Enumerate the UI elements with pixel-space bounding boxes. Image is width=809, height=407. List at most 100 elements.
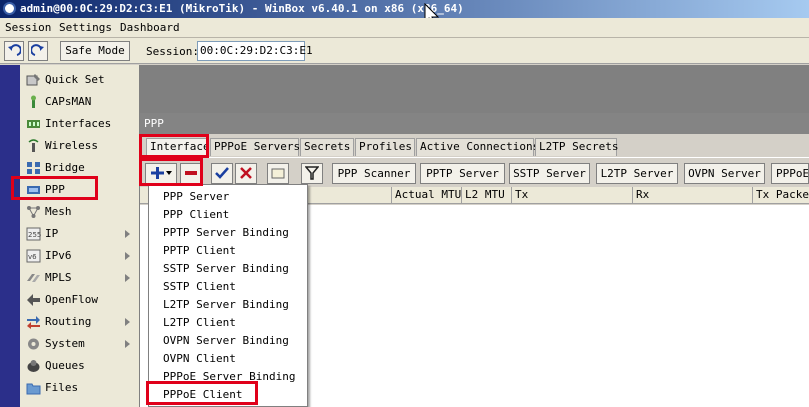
pptp-server-button[interactable]: PPTP Server (420, 163, 505, 184)
menu-session[interactable]: Session (5, 21, 51, 34)
redo-icon (30, 44, 44, 56)
submenu-arrow-icon (125, 230, 130, 238)
capsman-icon (31, 95, 36, 108)
add-button[interactable] (145, 163, 177, 184)
sidebar-item-label: MPLS (45, 271, 72, 284)
ppp-icon (27, 186, 40, 194)
svg-text:255: 255 (28, 231, 41, 239)
comment-icon (271, 168, 285, 179)
pppoe-scan-button[interactable]: PPPoE (771, 163, 809, 184)
tab-pppoe-servers[interactable]: PPPoE Servers (210, 138, 300, 156)
sidebar-item-wireless[interactable]: Wireless (20, 135, 138, 157)
l2tp-server-button[interactable]: L2TP Server (596, 163, 678, 184)
sidebar-item-label: Routing (45, 315, 92, 328)
sidebar-item-capsman[interactable]: CAPsMAN (20, 91, 138, 113)
sidebar-item-label: Quick Set (45, 73, 105, 86)
session-field[interactable]: 00:0C:29:D2:C3:E1 (197, 41, 313, 61)
sidebar-item-queues[interactable]: Queues (20, 355, 138, 377)
ppp-toolbar: PPP Scanner PPTP Server SSTP Server L2TP… (140, 157, 809, 184)
sidebar-item-label: PPP (45, 183, 65, 196)
ipv6-icon: v6 (26, 249, 41, 263)
sidebar-item-label: CAPsMAN (45, 95, 92, 108)
sidebar-item-label: Mesh (45, 205, 72, 218)
tab-l2tp-secrets[interactable]: L2TP Secrets (535, 138, 618, 156)
menu-item-l2tp-server-binding[interactable]: L2TP Server Binding (163, 296, 289, 314)
sidebar-item-label: Files (45, 381, 79, 394)
submenu-arrow-icon (125, 252, 130, 260)
sidebar-item-bridge[interactable]: Bridge (20, 157, 138, 179)
sidebar-item-mpls[interactable]: MPLS (20, 267, 138, 289)
winbox-app-icon (3, 2, 16, 15)
winbox-side-strip (0, 65, 20, 407)
comment-button[interactable] (267, 163, 289, 184)
ppp-window-title[interactable]: PPP (140, 113, 809, 134)
sidebar-item-label: Interfaces (45, 117, 112, 130)
ovpn-server-button[interactable]: OVPN Server (684, 163, 765, 184)
sidebar-item-interfaces[interactable]: Interfaces (20, 113, 138, 135)
window-title-bar: admin@00:0C:29:D2:C3:E1 (MikroTik) - Win… (0, 0, 809, 18)
menu-item-l2tp-client[interactable]: L2TP Client (163, 314, 236, 332)
sidebar-item-label: IP (45, 227, 59, 240)
menu-bar: Session Settings Dashboard (0, 18, 809, 38)
mpls-icon (27, 274, 40, 282)
menu-item-ovpn-client[interactable]: OVPN Client (163, 350, 236, 368)
column-l2-mtu[interactable]: L2 MTU (461, 187, 511, 204)
gear-icon (28, 338, 39, 350)
tab-profiles[interactable]: Profiles (355, 138, 415, 156)
undo-button[interactable] (4, 41, 24, 61)
tab-active-connections[interactable]: Active Connections (416, 138, 539, 156)
sstp-server-button[interactable]: SSTP Server (509, 163, 590, 184)
sidebar-item-label: Bridge (45, 161, 85, 174)
menu-item-pptp-client[interactable]: PPTP Client (163, 242, 236, 260)
filter-button[interactable] (301, 163, 323, 184)
column-tx[interactable]: Tx (511, 187, 632, 204)
sidebar-item-ppp[interactable]: PPP (20, 179, 138, 201)
sidebar-item-label: IPv6 (45, 249, 72, 262)
sidebar-item-mesh[interactable]: Mesh (20, 201, 138, 223)
sidebar-item-system[interactable]: System (20, 333, 138, 355)
svg-text:v6: v6 (28, 253, 37, 261)
menu-item-ppp-server[interactable]: PPP Server (163, 188, 229, 206)
sidebar-item-openflow[interactable]: OpenFlow (20, 289, 138, 311)
quick-set-icon (26, 74, 40, 86)
menu-item-pptp-server-binding[interactable]: PPTP Server Binding (163, 224, 289, 242)
menu-dashboard[interactable]: Dashboard (120, 21, 180, 34)
menu-item-sstp-server-binding[interactable]: SSTP Server Binding (163, 260, 289, 278)
minus-icon (185, 171, 197, 175)
sidebar-item-label: OpenFlow (45, 293, 98, 306)
close-icon (240, 167, 252, 179)
sidebar-item-ip[interactable]: 255 IP (20, 223, 138, 245)
enable-button[interactable] (211, 163, 233, 184)
main-toolbar: Safe Mode Session: 00:0C:29:D2:C3:E1 (0, 38, 809, 64)
routing-icon (27, 316, 40, 329)
check-icon (215, 167, 229, 179)
disable-button[interactable] (235, 163, 257, 184)
ppp-scanner-button[interactable]: PPP Scanner (332, 163, 416, 184)
tab-interface[interactable]: Interface (146, 138, 210, 156)
plus-icon (151, 167, 172, 179)
sidebar: Quick Set CAPsMAN Interfaces Wireless Br… (20, 65, 140, 407)
sidebar-item-quick-set[interactable]: Quick Set (20, 69, 138, 91)
tab-secrets[interactable]: Secrets (300, 138, 354, 156)
undo-icon (8, 44, 22, 56)
menu-item-sstp-client[interactable]: SSTP Client (163, 278, 236, 296)
redo-button[interactable] (28, 41, 48, 61)
folder-icon (26, 383, 41, 395)
sidebar-item-routing[interactable]: Routing (20, 311, 138, 333)
safe-mode-button[interactable]: Safe Mode (60, 41, 130, 61)
menu-item-ppp-client[interactable]: PPP Client (163, 206, 229, 224)
submenu-arrow-icon (125, 340, 130, 348)
remove-button[interactable] (180, 163, 202, 184)
menu-item-ovpn-server-binding[interactable]: OVPN Server Binding (163, 332, 289, 350)
column-rx[interactable]: Rx (632, 187, 752, 204)
menu-settings[interactable]: Settings (59, 21, 112, 34)
menu-item-pppoe-client[interactable]: PPPoE Client (163, 386, 242, 404)
column-actual-mtu[interactable]: Actual MTU (391, 187, 461, 204)
column-tx-packet[interactable]: Tx Packet (752, 187, 809, 204)
menu-item-pppoe-server-binding[interactable]: PPPoE Server Binding (163, 368, 295, 386)
bridge-icon (27, 162, 40, 174)
sidebar-item-files[interactable]: Files (20, 377, 138, 399)
submenu-arrow-icon (125, 318, 130, 326)
sidebar-item-ipv6[interactable]: v6 IPv6 (20, 245, 138, 267)
sidebar-item-label: Queues (45, 359, 85, 372)
